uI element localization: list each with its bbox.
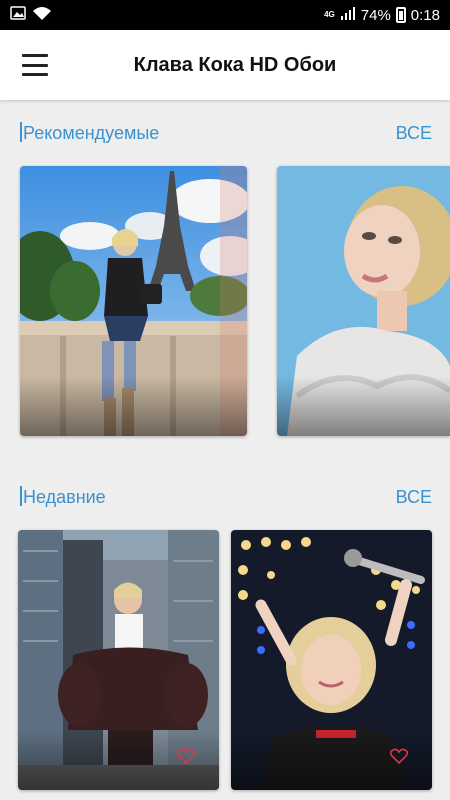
app-title: Клава Кока HD Обои: [133, 54, 337, 76]
recommended-all-button[interactable]: ВСЕ: [396, 123, 432, 144]
recommended-section-header: Рекомендуемые ВСЕ: [20, 121, 432, 145]
status-bar: 4G 74% 0:18: [0, 0, 450, 30]
recommended-title-text: Рекомендуемые: [23, 123, 160, 143]
heart-icon[interactable]: [176, 748, 196, 765]
recommended-title: Рекомендуемые: [20, 122, 159, 144]
heart-icon[interactable]: [389, 748, 409, 765]
wallpaper-card-portrait[interactable]: [277, 166, 450, 436]
gallery-icon: [10, 6, 26, 24]
wallpaper-card-concert[interactable]: [231, 530, 432, 790]
recent-section-header: Недавние ВСЕ: [20, 485, 432, 509]
network-label: 4G: [324, 10, 335, 19]
clock: 0:18: [410, 6, 440, 24]
recent-title-text: Недавние: [23, 487, 106, 507]
recent-all-button[interactable]: ВСЕ: [396, 487, 432, 508]
recent-title: Недавние: [20, 486, 106, 508]
wifi-icon: [32, 5, 52, 25]
network-indicator: 4G: [324, 11, 335, 19]
battery-percent: 74%: [360, 6, 391, 24]
card-shade: [20, 376, 247, 436]
signal-icon: [340, 5, 356, 25]
card-shade: [277, 376, 450, 436]
app-bar: Клава Кока HD Обои: [0, 30, 450, 100]
wallpaper-card-city[interactable]: [18, 530, 219, 790]
battery-icon: [395, 7, 406, 23]
wallpaper-card-paris[interactable]: [20, 166, 247, 436]
